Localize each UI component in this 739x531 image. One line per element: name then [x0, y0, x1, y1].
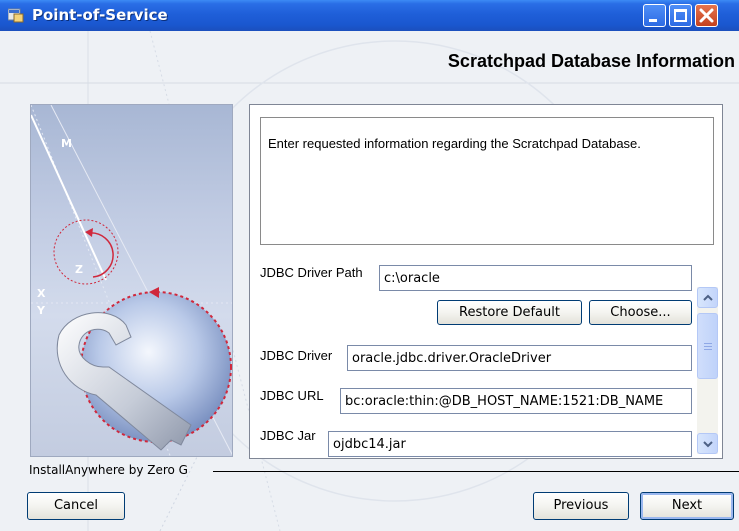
description-box: Enter requested information regarding th… [260, 117, 714, 245]
jdbc-driver-path-input[interactable]: c:\oracle [379, 265, 692, 291]
minimize-icon [649, 19, 657, 22]
jdbc-url-label: JDBC URL [260, 388, 324, 403]
wrench-gear-illustration: M Z X Y [31, 105, 232, 456]
scroll-up-button[interactable] [697, 287, 718, 308]
description-text: Enter requested information regarding th… [268, 136, 641, 151]
axis-label-y: Y [36, 304, 46, 317]
scroll-thumb[interactable] [697, 313, 718, 379]
footer-divider [213, 471, 739, 472]
minimize-button[interactable] [643, 4, 666, 27]
chevron-up-icon [703, 294, 713, 301]
jdbc-driver-path-label: JDBC Driver Path [260, 265, 363, 280]
installer-window: Scratchpad Database Information M Z X Y … [0, 31, 739, 531]
scroll-down-button[interactable] [697, 433, 718, 454]
grip-line [704, 349, 712, 350]
jdbc-jar-input[interactable]: ojdbc14.jar [328, 431, 692, 457]
grip-line [704, 343, 712, 344]
axis-label-x: X [37, 287, 46, 300]
installer-brand: InstallAnywhere by Zero G [29, 463, 188, 477]
grip-line [704, 346, 712, 347]
jdbc-driver-label: JDBC Driver [260, 348, 333, 363]
window-title: Point-of-Service [32, 6, 168, 24]
restore-default-button[interactable]: Restore Default [437, 300, 582, 325]
axis-label-z: Z [75, 263, 83, 276]
close-icon [699, 8, 714, 23]
next-button[interactable]: Next [640, 492, 734, 520]
close-button[interactable] [695, 4, 718, 27]
maximize-button[interactable] [669, 4, 692, 27]
cancel-button[interactable]: Cancel [27, 492, 125, 520]
maximize-icon [674, 9, 687, 22]
vertical-scrollbar[interactable] [697, 287, 718, 454]
app-window-icon [8, 8, 24, 23]
previous-button[interactable]: Previous [533, 492, 629, 520]
illustration-panel: M Z X Y [30, 104, 233, 457]
page-title: Scratchpad Database Information [447, 51, 735, 71]
content-panel: Enter requested information regarding th… [249, 104, 723, 459]
jdbc-url-input[interactable]: bc:oracle:thin:@DB_HOST_NAME:1521:DB_NAM… [340, 388, 692, 414]
title-bar[interactable]: Point-of-Service [0, 0, 739, 31]
axis-label-m: M [61, 137, 72, 150]
chevron-down-icon [703, 441, 713, 448]
jdbc-driver-input[interactable]: oracle.jdbc.driver.OracleDriver [347, 345, 692, 371]
jdbc-jar-label: JDBC Jar [260, 428, 316, 443]
choose-button[interactable]: Choose... [589, 300, 692, 325]
